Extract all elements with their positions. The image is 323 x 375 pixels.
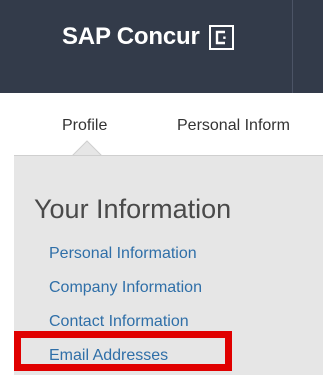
header-divider bbox=[292, 0, 293, 93]
active-tab-caret-icon bbox=[72, 140, 102, 156]
top-header: SAP Concur bbox=[0, 0, 323, 93]
brand-logo[interactable]: SAP Concur bbox=[62, 22, 234, 52]
tab-personal-information[interactable]: Personal Inform bbox=[177, 117, 290, 135]
your-information-panel: Your Information Personal Information Co… bbox=[14, 155, 323, 375]
link-personal-information[interactable]: Personal Information bbox=[49, 245, 197, 263]
link-contact-information[interactable]: Contact Information bbox=[49, 313, 189, 331]
link-email-addresses[interactable]: Email Addresses bbox=[49, 347, 168, 365]
tab-profile[interactable]: Profile bbox=[62, 117, 107, 135]
concur-c-logo-icon bbox=[208, 24, 234, 50]
brand-name: SAP Concur bbox=[62, 23, 200, 50]
link-company-information[interactable]: Company Information bbox=[49, 279, 202, 297]
section-title: Your Information bbox=[34, 194, 232, 224]
profile-tab-bar: Profile Personal Inform bbox=[0, 93, 323, 156]
